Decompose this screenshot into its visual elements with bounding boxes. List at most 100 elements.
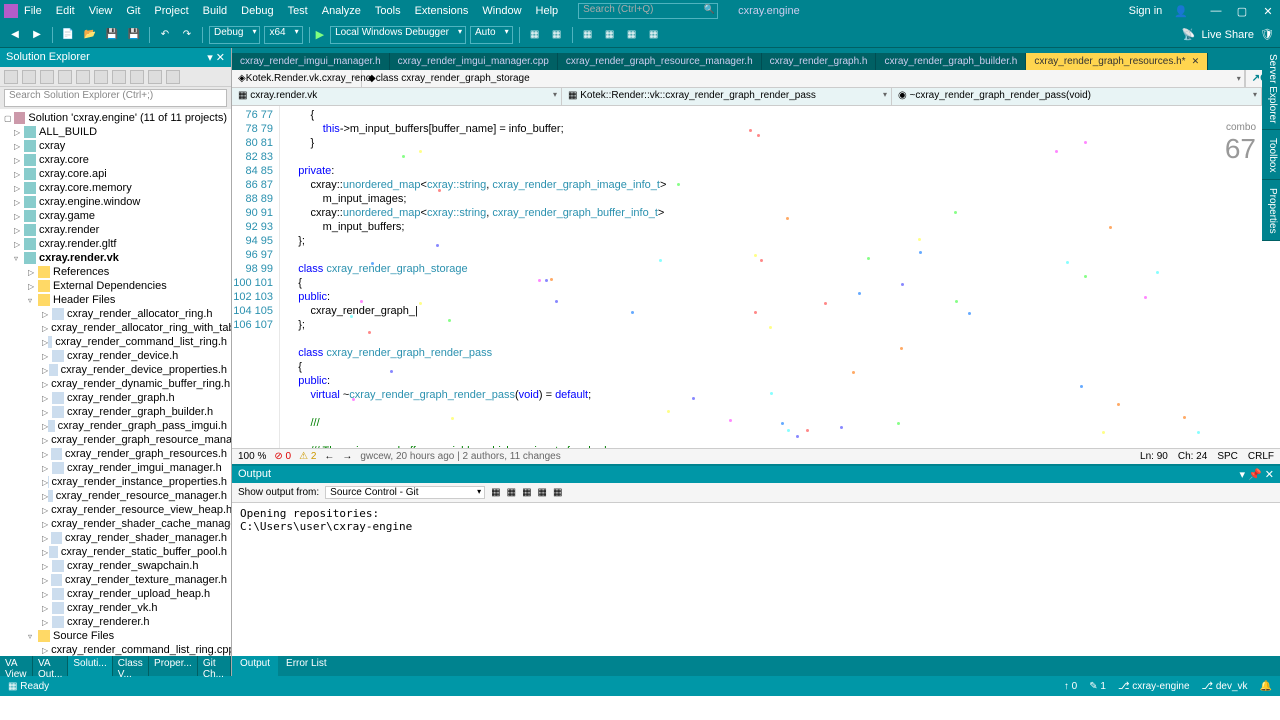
tree-item[interactable]: ▷References	[0, 265, 231, 279]
tree-item[interactable]: ▷cxray_render_resource_view_heap.h	[0, 503, 231, 517]
sol-tb-home-icon[interactable]	[4, 70, 18, 84]
menu-edit[interactable]: Edit	[56, 5, 75, 17]
tree-item[interactable]: ▷ALL_BUILD	[0, 125, 231, 139]
sol-tab[interactable]: Proper...	[149, 656, 198, 676]
file-tab[interactable]: cxray_render_imgui_manager.h	[232, 53, 390, 70]
status-add[interactable]: ↑ 0	[1064, 681, 1077, 692]
file-tab[interactable]: cxray_render_graph.h	[762, 53, 877, 70]
play-icon[interactable]: ▶	[316, 28, 324, 41]
liveshare-label[interactable]: Live Share	[1201, 29, 1254, 41]
menu-analyze[interactable]: Analyze	[322, 5, 361, 17]
tree-item[interactable]: ▷cxray_render_graph_pass_imgui.h	[0, 419, 231, 433]
output-tb-4-icon[interactable]: ▦	[538, 487, 547, 498]
tree-item[interactable]: ▷cxray_render_shader_cache_manager.h	[0, 517, 231, 531]
tree-item[interactable]: ▷cxray_render_dynamic_buffer_ring.h	[0, 377, 231, 391]
rail-tab[interactable]: Properties	[1262, 182, 1280, 241]
config-combo[interactable]: Debug	[209, 26, 260, 44]
tree-item[interactable]: ▿Source Files	[0, 629, 231, 643]
file-tab[interactable]: cxray_render_graph_builder.h	[876, 53, 1026, 70]
tree-item[interactable]: ▷cxray_render_resource_manager.h	[0, 489, 231, 503]
tree-item[interactable]: ▷cxray_render_graph_resource_manager.h	[0, 433, 231, 447]
tree-item[interactable]: ▷cxray_render_shader_manager.h	[0, 531, 231, 545]
file-tab[interactable]: cxray_render_graph_resource_manager.h	[558, 53, 762, 70]
menu-extensions[interactable]: Extensions	[415, 5, 469, 17]
sol-tb-2-icon[interactable]	[22, 70, 36, 84]
tree-item[interactable]: ▷cxray_render_imgui_manager.h	[0, 461, 231, 475]
sol-tb-5-icon[interactable]	[76, 70, 90, 84]
sol-tb-4-icon[interactable]	[58, 70, 72, 84]
output-tb-1-icon[interactable]: ▦	[491, 487, 500, 498]
tree-item[interactable]: ▷cxray.core	[0, 153, 231, 167]
zoom-combo[interactable]: 100 %	[238, 451, 266, 462]
tree-item[interactable]: ▷cxray_render_graph.h	[0, 391, 231, 405]
nav-prev-icon[interactable]: ←	[324, 451, 334, 462]
status-edit[interactable]: ✎ 1	[1089, 681, 1106, 692]
tree-item[interactable]: ▿Header Files	[0, 293, 231, 307]
output-source-combo[interactable]: Source Control - Git	[325, 486, 485, 499]
menu-git[interactable]: Git	[126, 5, 140, 17]
sol-tb-9-icon[interactable]	[148, 70, 162, 84]
redo-icon[interactable]: ↷	[178, 26, 196, 44]
tree-item[interactable]: ▷cxray_render_instance_properties.h	[0, 475, 231, 489]
tb-icon-4[interactable]: ▦	[601, 26, 619, 44]
close-button[interactable]: ✕	[1260, 5, 1276, 18]
tree-item[interactable]: ▷cxray_render_vk.h	[0, 601, 231, 615]
sol-tab[interactable]: Soluti...	[68, 656, 112, 676]
tree-item[interactable]: ▷cxray_render_command_list_ring.h	[0, 335, 231, 349]
tree-item[interactable]: ▷cxray_render_graph_resources.h	[0, 447, 231, 461]
tree-item[interactable]: ▷cxray.render	[0, 223, 231, 237]
nav-scope-combo[interactable]: ◈ Kotek.Render.vk.cxray_renc	[232, 70, 362, 87]
output-tb-2-icon[interactable]: ▦	[507, 487, 516, 498]
nav-back-icon[interactable]: ◀	[6, 26, 24, 44]
menu-window[interactable]: Window	[482, 5, 521, 17]
tree-item[interactable]: ▷cxray_render_command_list_ring.cpp	[0, 643, 231, 656]
undo-icon[interactable]: ↶	[156, 26, 174, 44]
tree-item[interactable]: ▷cxray_render_static_buffer_pool.h	[0, 545, 231, 559]
sol-tab[interactable]: VA Out...	[33, 656, 68, 676]
nav-class-combo[interactable]: ◆ class cxray_render_graph_storage	[362, 70, 1245, 87]
nav-member-crumb[interactable]: ◉ ~cxray_render_graph_render_pass(void)	[892, 88, 1262, 105]
tree-item[interactable]: ▷cxray.core.api	[0, 167, 231, 181]
nav-type-crumb[interactable]: ▦ Kotek::Render::vk::cxray_render_graph_…	[562, 88, 892, 105]
menu-view[interactable]: View	[89, 5, 113, 17]
sol-tab[interactable]: Class V...	[113, 656, 149, 676]
rail-tab[interactable]: Server Explorer	[1262, 48, 1280, 130]
nav-project-crumb[interactable]: ▦ cxray.render.vk	[232, 88, 562, 105]
output-tab[interactable]: Output	[232, 656, 278, 676]
menu-help[interactable]: Help	[536, 5, 559, 17]
tree-item[interactable]: ▷cxray_render_swapchain.h	[0, 559, 231, 573]
tree-item[interactable]: ▷cxray_render_allocator_ring.h	[0, 307, 231, 321]
new-icon[interactable]: 📄	[59, 26, 77, 44]
status-repo[interactable]: ⎇ cxray-engine	[1118, 681, 1190, 692]
output-close-icon[interactable]: ▾ 📌 ✕	[1239, 468, 1274, 481]
tb-icon-6[interactable]: ▦	[645, 26, 663, 44]
platform-combo[interactable]: x64	[264, 26, 302, 44]
nav-next-icon[interactable]: →	[342, 451, 352, 462]
tree-item[interactable]: ▷cxray.render.gltf	[0, 237, 231, 251]
debugger-combo[interactable]: Local Windows Debugger	[330, 26, 466, 44]
open-icon[interactable]: 📂	[81, 26, 99, 44]
sol-tb-6-icon[interactable]	[94, 70, 108, 84]
tree-item[interactable]: ▷cxray	[0, 139, 231, 153]
auto-combo[interactable]: Auto	[470, 26, 513, 44]
minimize-button[interactable]: —	[1208, 5, 1224, 18]
menu-tools[interactable]: Tools	[375, 5, 401, 17]
tree-item[interactable]: ▷cxray_render_allocator_ring_with_tabs.h	[0, 321, 231, 335]
sol-tb-3-icon[interactable]	[40, 70, 54, 84]
saveall-icon[interactable]: 💾	[125, 26, 143, 44]
output-tab[interactable]: Error List	[278, 656, 335, 676]
tb-icon-5[interactable]: ▦	[623, 26, 641, 44]
maximize-button[interactable]: ▢	[1234, 5, 1250, 18]
menu-debug[interactable]: Debug	[241, 5, 273, 17]
nav-fwd-icon[interactable]: ▶	[28, 26, 46, 44]
output-tb-3-icon[interactable]: ▦	[522, 487, 531, 498]
status-branch[interactable]: ⎇ dev_vk	[1202, 681, 1248, 692]
save-icon[interactable]: 💾	[103, 26, 121, 44]
global-search-input[interactable]: Search (Ctrl+Q)	[578, 3, 718, 19]
tree-item[interactable]: ▢Solution 'cxray.engine' (11 of 11 proje…	[0, 111, 231, 125]
solution-search-input[interactable]: Search Solution Explorer (Ctrl+;)	[4, 89, 227, 107]
user-icon[interactable]: 👤	[1174, 5, 1188, 18]
admin-icon[interactable]: 🛡	[1260, 28, 1274, 41]
sol-tab[interactable]: VA View	[0, 656, 33, 676]
signin-link[interactable]: Sign in	[1129, 5, 1163, 17]
